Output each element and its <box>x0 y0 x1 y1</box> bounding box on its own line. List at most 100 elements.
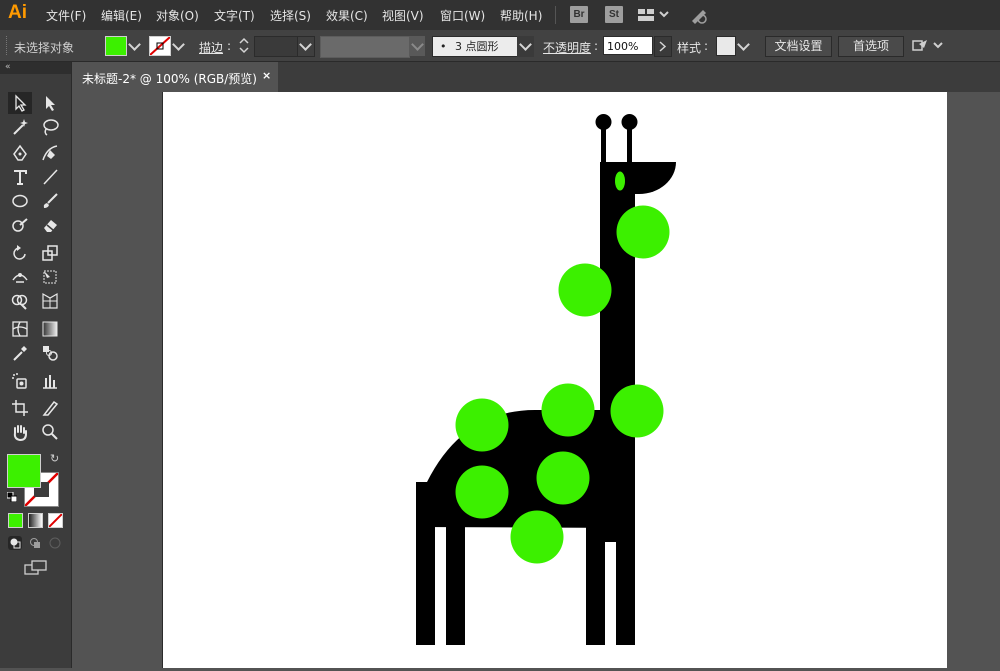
menu-edit[interactable]: 编辑(E) <box>101 7 142 24</box>
brush-definition[interactable]: • 3 点圆形 <box>432 36 518 57</box>
menu-effect[interactable]: 效果(C) <box>326 7 368 24</box>
pen-tool[interactable] <box>8 142 32 164</box>
stroke-weight-stepper[interactable] <box>236 36 252 55</box>
scale-tool[interactable] <box>38 242 62 264</box>
direct-selection-tool[interactable] <box>38 92 62 114</box>
paintbrush-tool[interactable] <box>38 190 62 212</box>
giraffe-artwork[interactable] <box>163 92 947 668</box>
stroke-swatch[interactable] <box>149 36 171 56</box>
shape-builder-tool[interactable] <box>8 290 32 312</box>
type-tool[interactable] <box>8 166 32 188</box>
close-icon[interactable]: × <box>262 69 271 82</box>
slice-knife-icon <box>42 400 59 416</box>
perspective-grid-tool[interactable] <box>38 290 62 312</box>
draw-inside-button[interactable] <box>48 536 62 550</box>
stroke-weight-dropdown[interactable] <box>297 36 315 57</box>
fill-chevron-down-icon[interactable] <box>128 38 141 51</box>
ellipse-tool[interactable] <box>8 190 32 212</box>
giraffe-spot-5[interactable] <box>455 398 509 452</box>
brush-dropdown[interactable] <box>517 36 534 57</box>
mesh-tool[interactable] <box>8 318 32 340</box>
blend-tool[interactable] <box>38 342 62 364</box>
collapse-panel-icon[interactable]: « <box>5 62 11 72</box>
menu-view[interactable]: 视图(V) <box>382 7 424 24</box>
fill-color-box[interactable] <box>7 454 41 488</box>
preferences-button[interactable]: 首选项 <box>838 36 904 57</box>
document-setup-button[interactable]: 文档设置 <box>765 36 832 57</box>
giraffe-spot-8[interactable] <box>510 510 564 564</box>
giraffe-leg-1[interactable] <box>416 512 435 645</box>
variable-width-profile[interactable] <box>320 36 410 58</box>
giraffe-spot-3[interactable] <box>610 384 664 438</box>
width-tool[interactable] <box>8 266 32 288</box>
stroke-chevron-down-icon[interactable] <box>172 38 185 51</box>
slice-tool[interactable] <box>38 397 62 419</box>
style-swatch[interactable] <box>716 36 736 56</box>
grip-icon <box>6 36 10 55</box>
workspace-switcher[interactable] <box>638 8 674 25</box>
line-segment-tool[interactable] <box>38 166 62 188</box>
draw-behind-button[interactable] <box>28 536 42 550</box>
giraffe-spot-2[interactable] <box>558 263 612 317</box>
giraffe-right-horn-tip[interactable] <box>621 114 638 130</box>
artboard[interactable] <box>162 92 947 668</box>
curvature-tool[interactable] <box>38 142 62 164</box>
zoom-tool[interactable] <box>38 421 62 443</box>
menu-help[interactable]: 帮助(H) <box>500 7 542 24</box>
menu-select[interactable]: 选择(S) <box>270 7 311 24</box>
screen-mode-icon <box>24 560 47 575</box>
color-mode-button[interactable] <box>8 513 23 528</box>
giraffe-eye[interactable] <box>615 171 625 191</box>
artboard-tool[interactable] <box>8 397 32 419</box>
lasso-tool[interactable] <box>38 116 62 138</box>
eyedropper-tool[interactable] <box>8 342 32 364</box>
screen-mode-button[interactable] <box>24 560 48 579</box>
selection-tool[interactable] <box>8 92 32 114</box>
arrange-button[interactable] <box>912 38 946 57</box>
giraffe-spot-6[interactable] <box>536 451 590 505</box>
profile-dropdown[interactable] <box>409 36 425 56</box>
default-fill-stroke-icon[interactable] <box>6 491 18 505</box>
shaper-tool[interactable] <box>8 214 32 236</box>
stroke-label[interactable]: 描边 <box>199 39 223 56</box>
draw-normal-button[interactable] <box>8 536 22 550</box>
opacity-label[interactable]: 不透明度 <box>543 39 591 56</box>
bridge-button[interactable]: Br <box>570 6 588 23</box>
column-graph-tool[interactable] <box>38 370 62 392</box>
free-transform-tool[interactable] <box>38 266 62 288</box>
fill-swatch[interactable] <box>105 36 127 56</box>
gradient-tool[interactable] <box>38 318 62 340</box>
magic-wand-tool[interactable] <box>8 116 32 138</box>
menu-type[interactable]: 文字(T) <box>214 7 255 24</box>
giraffe-body[interactable] <box>416 410 635 528</box>
stroke-weight-field[interactable] <box>254 36 298 57</box>
mesh-icon <box>12 321 28 337</box>
rotate-tool[interactable] <box>8 242 32 264</box>
menu-window[interactable]: 窗口(W) <box>440 7 485 24</box>
opacity-slider-button[interactable] <box>654 36 672 57</box>
draw-behind-icon <box>30 538 40 548</box>
giraffe-leg-4[interactable] <box>616 512 635 645</box>
opacity-field[interactable]: 100% <box>603 36 653 55</box>
gradient-mode-button[interactable] <box>28 513 43 528</box>
menu-file[interactable]: 文件(F) <box>46 7 86 24</box>
menu-object[interactable]: 对象(O) <box>156 7 199 24</box>
giraffe-spot-4[interactable] <box>541 383 595 437</box>
giraffe-left-horn-tip[interactable] <box>595 114 612 130</box>
canvas-area[interactable] <box>72 92 1000 668</box>
giraffe-leg-3[interactable] <box>586 512 605 645</box>
gpu-performance-button[interactable] <box>688 6 710 27</box>
giraffe-spot-1[interactable] <box>616 205 670 259</box>
eraser-tool[interactable] <box>38 214 62 236</box>
style-chevron-down-icon[interactable] <box>737 38 750 51</box>
type-t-icon <box>14 170 27 185</box>
swap-fill-stroke-icon[interactable]: ↻ <box>50 452 59 465</box>
hand-tool[interactable] <box>8 421 32 443</box>
stock-button[interactable]: St <box>605 6 623 23</box>
symbol-sprayer-tool[interactable] <box>8 370 32 392</box>
giraffe-spot-7[interactable] <box>455 465 509 519</box>
lasso-icon <box>43 119 59 136</box>
none-mode-button[interactable] <box>48 513 63 528</box>
document-tab[interactable]: 未标题-2* @ 100% (RGB/预览) × <box>72 62 278 92</box>
giraffe-leg-2[interactable] <box>446 512 465 645</box>
